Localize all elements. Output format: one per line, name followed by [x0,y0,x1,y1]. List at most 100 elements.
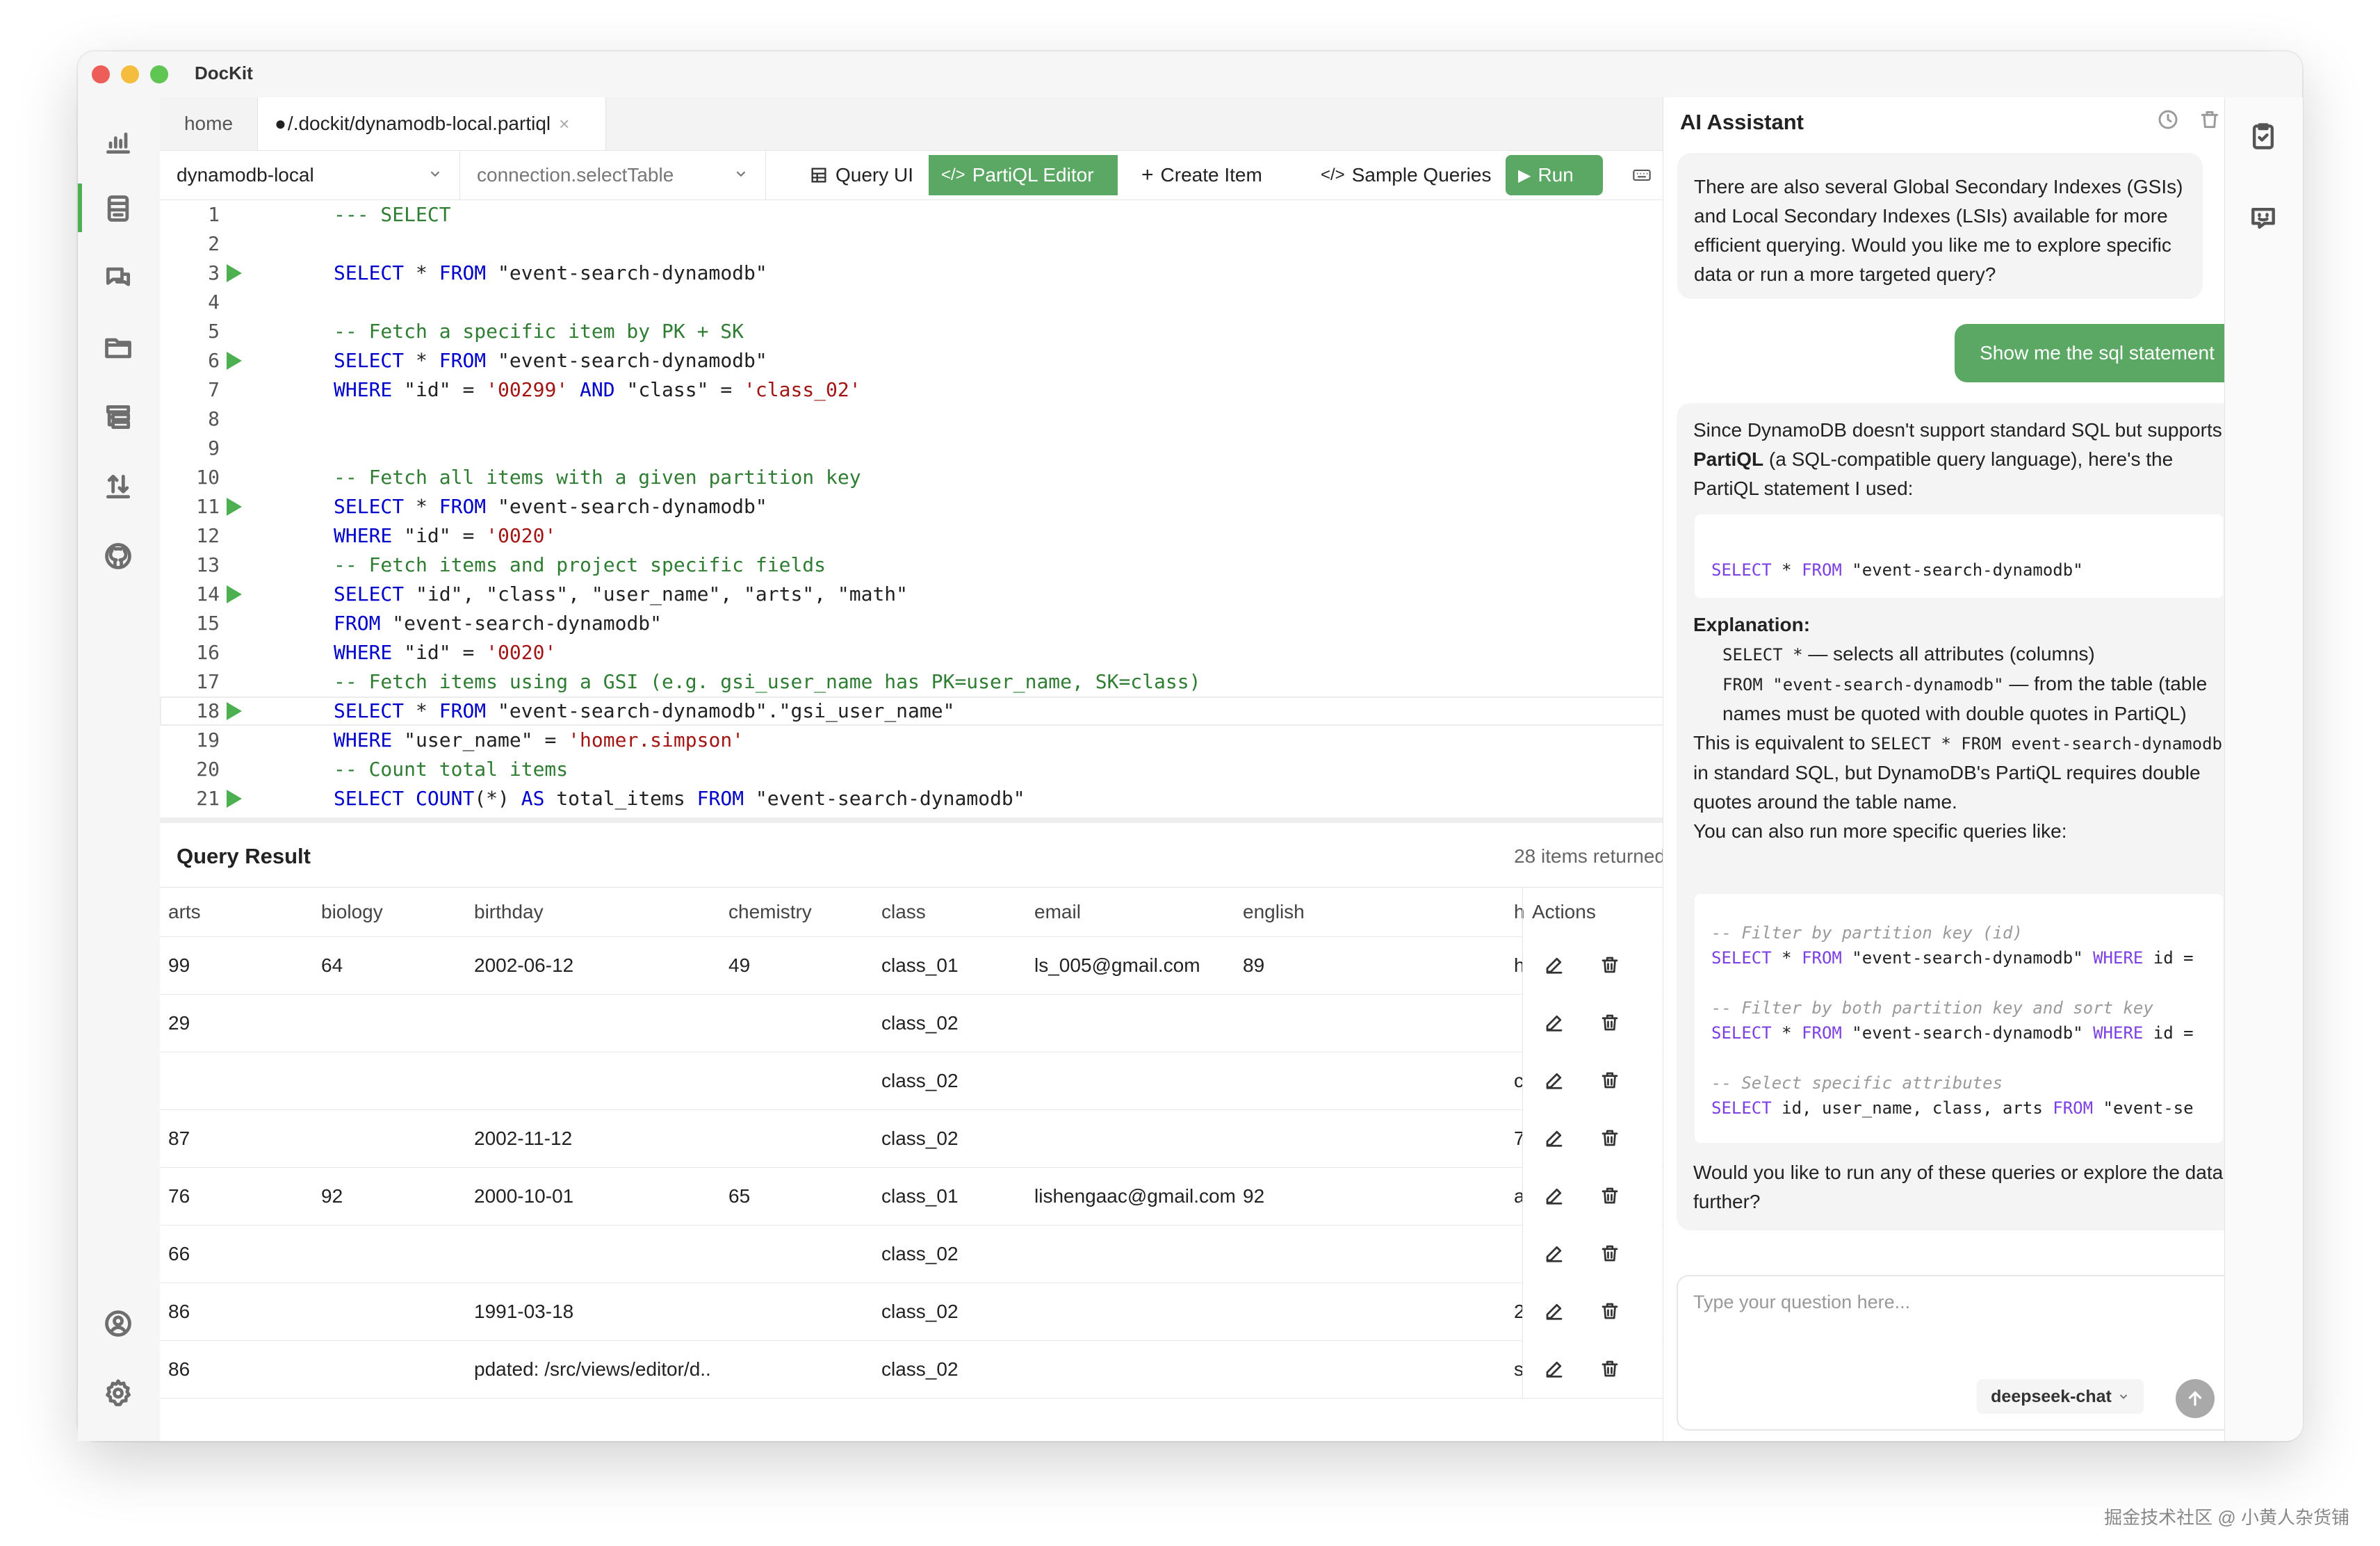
chat-input[interactable]: Type your question here... deepseek-chat [1677,1275,2237,1431]
sidebar-item-tables[interactable] [99,398,138,437]
sidebar-item-dashboard[interactable] [99,122,138,161]
code-token: '0020' [486,524,557,547]
table-row[interactable]: 86 pdated: /src/views/editor/d... class_02… [160,1340,1742,1399]
run-line-play-icon[interactable] [227,585,242,603]
table-row[interactable]: 29 class_02 [160,994,1742,1052]
code-keyword: SELECT [1711,560,1772,580]
table-row[interactable]: 86 1991-03-18 class_02 2 [160,1283,1742,1341]
connection-select[interactable]: dynamodb-local [160,151,460,200]
trash-icon[interactable] [1599,1243,1620,1264]
sidebar-active-indicator [78,184,82,232]
column-header[interactable]: arts [168,888,201,936]
code-line[interactable]: 7 WHERE "id" = '00299' AND "class" = 'cla… [160,375,1742,405]
column-header[interactable]: birthday [474,888,544,936]
code-text: -- Fetch a specific item by PK + SK [334,317,744,346]
column-header[interactable]: class [881,888,926,936]
close-window-button[interactable] [92,65,110,83]
create-item-button[interactable]: + Create Item [1129,155,1275,195]
tab-home[interactable]: home [160,97,257,150]
trash-icon[interactable] [1599,1012,1620,1033]
sidebar-item-github[interactable] [99,537,138,576]
column-header[interactable]: chemistry [728,888,812,936]
edit-icon[interactable] [1544,954,1565,975]
code-line[interactable]: 13 -- Fetch items and project specific fi… [160,551,1742,580]
run-button[interactable]: ▶ Run [1506,155,1603,195]
edit-icon[interactable] [1544,1185,1565,1206]
column-header[interactable]: email [1034,888,1081,936]
table-row[interactable]: 76 92 2000-10-01 65 class_01 lishengaac@gmail… [160,1167,1742,1226]
clear-chat-button[interactable] [2199,108,2224,133]
code-line[interactable]: 5 -- Fetch a specific item by PK + SK [160,317,1742,346]
code-line[interactable]: 14 SELECT "id", "class", "user_name", "ar… [160,580,1742,609]
column-header[interactable]: biology [321,888,383,936]
ai-chat-button[interactable] [2248,203,2283,238]
tab-partiql-file[interactable]: ● /.dockit/dynamodb-local.partiql × [257,97,606,150]
code-line[interactable]: 4 [160,288,1742,317]
trash-icon[interactable] [1599,1185,1620,1206]
code-line[interactable]: 19 WHERE "user_name" = 'homer.simpson' [160,726,1742,755]
edit-icon[interactable] [1544,1070,1565,1091]
edit-icon[interactable] [1544,1012,1565,1033]
keyboard-button[interactable] [1620,155,1664,195]
trash-icon[interactable] [1599,1301,1620,1321]
code-line[interactable]: 17 -- Fetch items using a GSI (e.g. gsi_u… [160,667,1742,697]
sample-queries-button[interactable]: </> Sample Queries [1308,155,1503,195]
sidebar-item-import-export[interactable] [99,467,138,506]
sidebar-item-profile[interactable] [99,1304,138,1343]
send-button[interactable] [2176,1379,2215,1418]
table-row[interactable]: 66 class_02 [160,1225,1742,1283]
column-header[interactable]: Actions [1532,888,1596,936]
code-line[interactable]: 15 FROM "event-search-dynamodb" [160,609,1742,638]
trash-icon[interactable] [1599,954,1620,975]
edit-icon[interactable] [1544,1358,1565,1379]
sidebar-item-chat[interactable] [99,259,138,298]
code-line[interactable]: 20 -- Count total items [160,755,1742,784]
run-label: Run [1538,164,1574,186]
run-line-play-icon[interactable] [227,264,242,282]
trash-icon[interactable] [1599,1070,1620,1091]
model-select[interactable]: deepseek-chat [1977,1379,2144,1414]
code-token: * [404,349,439,372]
table-row[interactable]: class_02 c [160,1052,1742,1110]
code-editor[interactable]: 1 --- SELECT 2 3 SELECT * FROM "event-search… [160,200,1742,872]
code-line[interactable]: 6 SELECT * FROM "event-search-dynamodb" [160,346,1742,375]
sidebar-item-settings[interactable] [99,1374,138,1413]
trash-icon[interactable] [1599,1128,1620,1148]
code-line[interactable]: 16 WHERE "id" = '0020' [160,638,1742,667]
code-line[interactable]: 12 WHERE "id" = '0020' [160,521,1742,551]
run-line-play-icon[interactable] [227,352,242,370]
code-line[interactable]: 18 SELECT * FROM "event-search-dynamodb".… [160,697,1717,726]
code-line[interactable]: 2 [160,229,1742,259]
tab-close-icon[interactable]: × [559,113,569,135]
table-select[interactable]: connection.selectTable [460,151,766,200]
code-line[interactable]: 11 SELECT * FROM "event-search-dynamodb" [160,492,1742,521]
table-row[interactable]: 87 2002-11-12 class_02 7 [160,1109,1742,1168]
column-header[interactable]: english [1243,888,1305,936]
sidebar-item-editor[interactable] [99,189,138,228]
run-line-play-icon[interactable] [227,498,242,516]
partiql-editor-button[interactable]: </> PartiQL Editor [929,155,1118,195]
edit-icon[interactable] [1544,1128,1565,1148]
code-line[interactable]: 1 --- SELECT [160,200,1742,229]
run-line-play-icon[interactable] [227,790,242,808]
code-token: total_items [544,787,697,810]
table-row[interactable]: 99 64 2002-06-12 49 class_01 ls_005@gmail.com… [160,936,1742,995]
zoom-window-button[interactable] [150,65,168,83]
line-number: 11 [196,495,220,518]
history-button[interactable] [2157,108,2182,133]
code-line[interactable]: 10 -- Fetch all items with a given partit… [160,463,1742,492]
minimize-window-button[interactable] [121,65,139,83]
query-ui-button[interactable]: Query UI [797,155,926,195]
sidebar-item-files[interactable] [99,328,138,367]
panel-divider[interactable] [160,817,1742,823]
edit-icon[interactable] [1544,1301,1565,1321]
edit-icon[interactable] [1544,1243,1565,1264]
run-line-play-icon[interactable] [227,702,242,720]
code-line[interactable]: 21 SELECT COUNT(*) AS total_items FROM "e… [160,784,1742,813]
trash-icon[interactable] [1599,1358,1620,1379]
clipboard-button[interactable] [2248,121,2283,156]
code-line[interactable]: 8 [160,405,1742,434]
code-line[interactable]: 9 [160,434,1742,463]
code-token: FROM [439,495,487,518]
code-line[interactable]: 3 SELECT * FROM "event-search-dynamodb" [160,259,1742,288]
